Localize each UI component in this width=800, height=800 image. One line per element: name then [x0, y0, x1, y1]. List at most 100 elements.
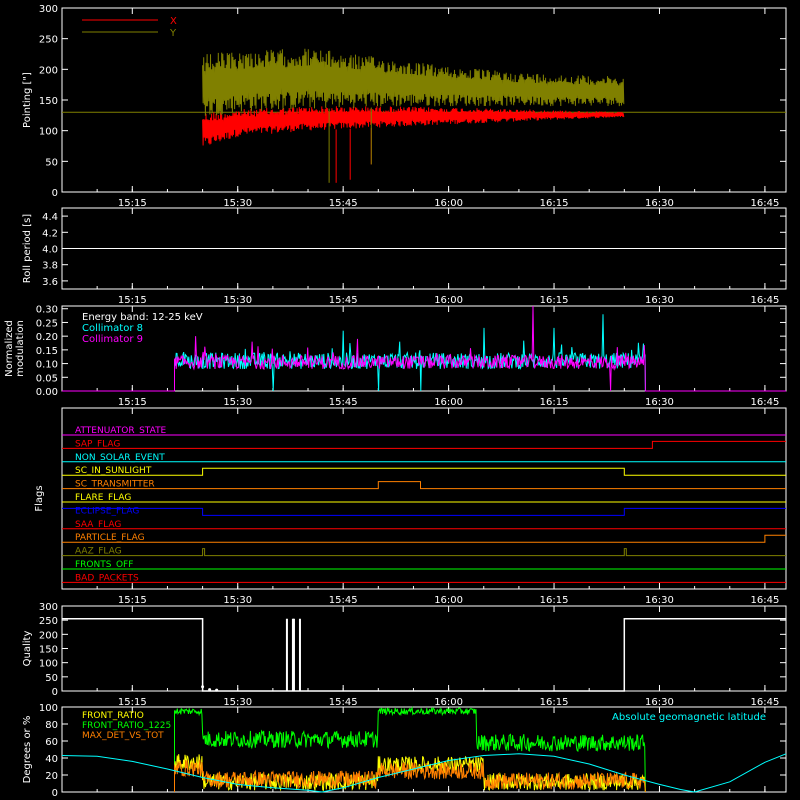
flag-line-sap-flag [62, 440, 786, 449]
quality-ytick-label: 300 [39, 602, 58, 613]
roll-period-xtick-label: 16:45 [750, 295, 779, 306]
pointing-ytick-label: 50 [45, 157, 58, 168]
roll-period-ytick-label: 4.2 [42, 228, 58, 239]
quality-dot [208, 688, 212, 692]
quality-ytick-label: 150 [39, 645, 58, 656]
quality-xtick-label: 16:30 [645, 697, 674, 708]
flags-xtick-label: 15:15 [118, 595, 147, 606]
pointing-ylabel: Pointing ["] [22, 72, 33, 128]
pointing-ytick-label: 150 [39, 96, 58, 107]
pointing-xtick-label: 15:45 [329, 198, 358, 209]
flags-ylabel: Flags [34, 485, 45, 511]
pointing-xtick-label: 15:15 [118, 198, 147, 209]
flags-panel: 15:15 15:30 15:45 16:00 16:15 16:30 16:45 Flags… [34, 407, 787, 606]
quality-ytick-label: 250 [39, 616, 58, 627]
pointing-legend-label: X [170, 16, 177, 27]
roll-period-xtick-label: 16:30 [645, 295, 674, 306]
pointing-ytick-label: 250 [39, 35, 58, 46]
pointing-xtick-label: 16:00 [434, 198, 463, 209]
summary-plot-figure: 15:15 15:30 15:45 16:00 16:15 16:30 16:45 0 50 10… [4, 4, 787, 799]
modulation-panel: 15:15 15:30 15:45 16:00 16:15 16:30 16:45 0.00 0… [4, 305, 787, 408]
modulation-xtick-label: 16:00 [434, 397, 463, 408]
roll-period-ytick-label: 3.8 [42, 261, 58, 272]
quality-xtick-label: 15:45 [329, 697, 358, 708]
flags-xtick-label: 15:30 [223, 595, 252, 606]
pointing-ytick-label: 100 [39, 127, 58, 138]
roll-period-ytick-label: 4.0 [42, 245, 58, 256]
ratios-legend-label: FRONT_RATIO_1225 [82, 721, 171, 731]
roll-period-ytick-label: 4.4 [42, 212, 58, 223]
modulation-legend-label: Collimator 9 [82, 334, 143, 345]
flag-line-sc-transmitter [62, 481, 786, 490]
quality-ytick-label: 100 [39, 659, 58, 670]
ratios-ytick-label: 40 [45, 754, 58, 765]
roll-period-xtick-label: 15:30 [223, 295, 252, 306]
modulation-legend-label: Energy band: 12-25 keV [82, 312, 203, 323]
modulation-xtick-label: 15:15 [118, 397, 147, 408]
modulation-ytick-label: 0.10 [36, 360, 58, 371]
modulation-xtick-label: 16:30 [645, 397, 674, 408]
quality-dot [215, 688, 219, 692]
quality-ytick-label: 200 [39, 630, 58, 641]
modulation-ylabel: Normalized [4, 320, 15, 377]
modulation-ytick-label: 0.30 [36, 305, 58, 316]
roll-period-ylabel: Roll period [s] [22, 214, 33, 283]
pointing-ytick-label: 0 [52, 188, 58, 199]
quality-xtick-label: 16:45 [750, 697, 779, 708]
flags-xtick-label: 15:45 [329, 595, 358, 606]
quality-panel: 15:15 15:30 15:45 16:00 16:15 16:30 16:45 0 50 10… [22, 602, 787, 708]
modulation-ytick-label: 0.20 [36, 332, 58, 343]
roll-period-ytick-label: 3.6 [42, 277, 58, 288]
roll-period-panel: 15:15 15:30 15:45 16:00 16:15 16:30 16:45 3.6 3.… [22, 207, 787, 306]
modulation-xtick-label: 15:45 [329, 397, 358, 408]
modulation-xtick-label: 16:15 [540, 397, 569, 408]
pointing-legend-label: Y [169, 28, 177, 39]
ratios-ylabel: Degrees or % [22, 716, 33, 784]
quality-dot [201, 685, 205, 689]
ratios-ytick-label: 0 [52, 788, 58, 799]
modulation-ytick-label: 0.05 [36, 373, 58, 384]
modulation-xtick-label: 15:30 [223, 397, 252, 408]
roll-period-xtick-label: 15:45 [329, 295, 358, 306]
pointing-xtick-label: 16:45 [750, 198, 779, 209]
roll-period-xtick-label: 16:15 [540, 295, 569, 306]
pointing-ytick-label: 300 [39, 4, 58, 15]
flags-xtick-label: 16:15 [540, 595, 569, 606]
ratios-panel: 0 20 40 60 80 100 Degrees or % FRONT_RATIOFRONT… [22, 703, 787, 799]
flag-line-sc-in-sunlight [62, 467, 786, 476]
pointing-series-x [202, 106, 625, 146]
flags-xtick-label: 16:30 [645, 595, 674, 606]
modulation-ytick-label: 0.15 [36, 346, 58, 357]
quality-xtick-label: 15:30 [223, 697, 252, 708]
flag-line-aaz-flag [62, 548, 786, 557]
pointing-series-y [202, 48, 625, 116]
modulation-xtick-label: 16:45 [750, 397, 779, 408]
modulation-ytick-label: 0.25 [36, 318, 58, 329]
modulation-ylabel: modulation [15, 320, 26, 377]
pointing-xtick-label: 16:30 [645, 198, 674, 209]
flags-xtick-label: 16:00 [434, 595, 463, 606]
quality-xtick-label: 16:15 [540, 697, 569, 708]
pointing-ytick-label: 200 [39, 65, 58, 76]
modulation-ytick-label: 0.00 [36, 387, 58, 398]
flags-xtick-label: 16:45 [750, 595, 779, 606]
quality-ylabel: Quality [22, 631, 33, 667]
roll-period-xtick-label: 16:00 [434, 295, 463, 306]
ratios-ytick-label: 60 [45, 737, 58, 748]
ratios-legend-label: FRONT_RATIO [82, 711, 144, 721]
quality-ytick-label: 50 [45, 673, 58, 684]
pointing-panel: 15:15 15:30 15:45 16:00 16:15 16:30 16:45 0 50 10… [22, 4, 787, 209]
ratios-ytick-label: 80 [45, 720, 58, 731]
roll-period-xtick-label: 15:15 [118, 295, 147, 306]
quality-ytick-label: 0 [52, 687, 58, 698]
quality-line [62, 618, 786, 692]
ratios-ytick-label: 20 [45, 771, 58, 782]
ratios-right-legend: Absolute geomagnetic latitude [612, 712, 766, 723]
modulation-series [62, 314, 786, 392]
flag-line-eclipse-flag [62, 507, 786, 516]
pointing-xtick-label: 15:30 [223, 198, 252, 209]
ratios-legend-label: MAX_DET_VS_TOT [82, 731, 164, 741]
flag-line-particle-flag [62, 534, 786, 543]
ratios-ytick-label: 100 [39, 703, 58, 714]
pointing-xtick-label: 16:15 [540, 198, 569, 209]
